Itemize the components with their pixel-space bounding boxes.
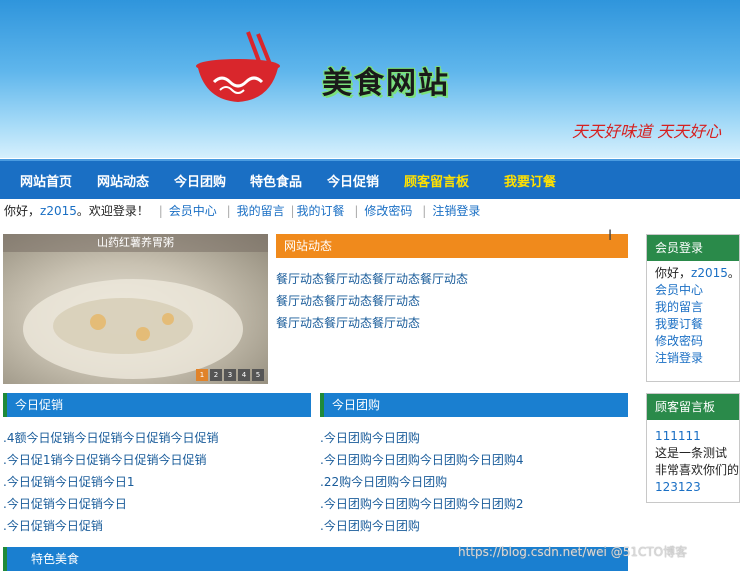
group-buy-panel-title: 今日团购 bbox=[320, 393, 628, 417]
greeting-suffix: 。欢迎登录！ bbox=[76, 204, 149, 218]
userbar-link-logout[interactable]: 注销登录 bbox=[432, 204, 480, 218]
guestbook-item[interactable]: 这是一条测试 bbox=[655, 445, 731, 462]
promo-item[interactable]: .4额今日促销今日促销今日促销今日促销 bbox=[3, 427, 218, 449]
guestbook-item[interactable]: 111111 bbox=[655, 428, 731, 445]
site-slogan: 天天好味道 天天好心 bbox=[572, 122, 722, 141]
group-buy-item[interactable]: .22购今日团购今日团购 bbox=[320, 471, 523, 493]
member-login-box: 会员登录 你好，z2015。 会员中心 我的留言 我要订餐 修改密码 注销登录 bbox=[646, 234, 740, 382]
nav-item-specialty[interactable]: 特色食品 bbox=[250, 171, 302, 190]
guestbook-box: 顾客留言板 111111 这是一条测试 非常喜欢你们的 123123 bbox=[646, 393, 740, 503]
bowl-logo-icon bbox=[196, 31, 280, 102]
member-link-password[interactable]: 修改密码 bbox=[655, 333, 731, 350]
food-photo bbox=[23, 279, 243, 379]
group-buy-item[interactable]: .今日团购今日团购今日团购今日团购2 bbox=[320, 493, 523, 515]
news-item[interactable]: 餐厅动态餐厅动态餐厅动态 bbox=[276, 312, 468, 334]
nav-item-group-buy[interactable]: 今日团购 bbox=[174, 171, 226, 190]
nav-item-order[interactable]: 我要订餐 bbox=[504, 171, 556, 190]
userbar-link-my-messages[interactable]: 我的留言 bbox=[237, 204, 285, 218]
promo-item[interactable]: .今日促销今日促销 bbox=[3, 515, 218, 537]
divider: | bbox=[422, 204, 427, 218]
image-slider[interactable]: 山药红薯养胃粥 1 2 3 4 5 bbox=[3, 234, 268, 384]
news-panel-title: 网站动态 bbox=[276, 234, 628, 258]
promo-item[interactable]: .今日促1销今日促销今日促销今日促销 bbox=[3, 449, 218, 471]
username: z2015 bbox=[40, 204, 77, 218]
nav-item-promo[interactable]: 今日促销 bbox=[327, 171, 379, 190]
guestbook-item[interactable]: 123123 bbox=[655, 479, 731, 496]
member-link-logout[interactable]: 注销登录 bbox=[655, 350, 731, 367]
member-login-title: 会员登录 bbox=[647, 235, 739, 261]
slider-dot[interactable]: 1 bbox=[196, 369, 208, 381]
member-link-messages[interactable]: 我的留言 bbox=[655, 299, 731, 316]
greeting-prefix: 你好， bbox=[4, 204, 41, 218]
text-cursor-icon: I bbox=[608, 228, 613, 244]
userbar-link-change-password[interactable]: 修改密码 bbox=[364, 204, 412, 218]
main-nav: 网站首页 网站动态 今日团购 特色食品 今日促销 顾客留言板 我要订餐 bbox=[0, 159, 740, 199]
site-title: 美食网站 bbox=[322, 66, 450, 101]
user-bar: 你好，z2015。欢迎登录！ | 会员中心 | 我的留言 | 我的订餐 | 修改密码 |… bbox=[4, 202, 480, 220]
divider: | bbox=[290, 204, 295, 218]
userbar-link-my-orders[interactable]: 我的订餐 bbox=[297, 204, 345, 218]
member-link-order[interactable]: 我要订餐 bbox=[655, 316, 731, 333]
news-list: 餐厅动态餐厅动态餐厅动态餐厅动态 餐厅动态餐厅动态餐厅动态 餐厅动态餐厅动态餐厅… bbox=[276, 268, 468, 334]
divider: | bbox=[354, 204, 359, 218]
member-link-center[interactable]: 会员中心 bbox=[655, 282, 731, 299]
promo-list: .4额今日促销今日促销今日促销今日促销 .今日促1销今日促销今日促销今日促销 .… bbox=[3, 427, 218, 537]
nav-item-home[interactable]: 网站首页 bbox=[20, 171, 72, 190]
promo-item[interactable]: .今日促销今日促销今日 bbox=[3, 493, 218, 515]
header-banner: 美食网站 天天好味道 天天好心 bbox=[0, 0, 740, 158]
group-buy-list: .今日团购今日团购 .今日团购今日团购今日团购今日团购4 .22购今日团购今日团… bbox=[320, 427, 523, 537]
group-buy-item[interactable]: .今日团购今日团购 bbox=[320, 515, 523, 537]
member-greeting: 你好，z2015。 bbox=[655, 266, 740, 280]
watermark-text: https://blog.csdn.net/wei @51CTO博客 bbox=[458, 545, 688, 559]
slider-dot[interactable]: 5 bbox=[252, 369, 264, 381]
news-item[interactable]: 餐厅动态餐厅动态餐厅动态 bbox=[276, 290, 468, 312]
slider-pager: 1 2 3 4 5 bbox=[196, 369, 264, 381]
guestbook-title: 顾客留言板 bbox=[647, 394, 739, 420]
promo-panel-title: 今日促销 bbox=[3, 393, 311, 417]
guestbook-item[interactable]: 非常喜欢你们的 bbox=[655, 462, 739, 479]
news-item[interactable]: 餐厅动态餐厅动态餐厅动态餐厅动态 bbox=[276, 268, 468, 290]
slider-dot[interactable]: 2 bbox=[210, 369, 222, 381]
userbar-link-member-center[interactable]: 会员中心 bbox=[169, 204, 217, 218]
divider: | bbox=[226, 204, 231, 218]
promo-item[interactable]: .今日促销今日促销今日1 bbox=[3, 471, 218, 493]
nav-item-guestbook[interactable]: 顾客留言板 bbox=[404, 171, 469, 190]
divider: | bbox=[158, 204, 163, 218]
slider-dot[interactable]: 4 bbox=[238, 369, 250, 381]
group-buy-item[interactable]: .今日团购今日团购今日团购今日团购4 bbox=[320, 449, 523, 471]
nav-item-news[interactable]: 网站动态 bbox=[97, 171, 149, 190]
slider-dot[interactable]: 3 bbox=[224, 369, 236, 381]
group-buy-item[interactable]: .今日团购今日团购 bbox=[320, 427, 523, 449]
